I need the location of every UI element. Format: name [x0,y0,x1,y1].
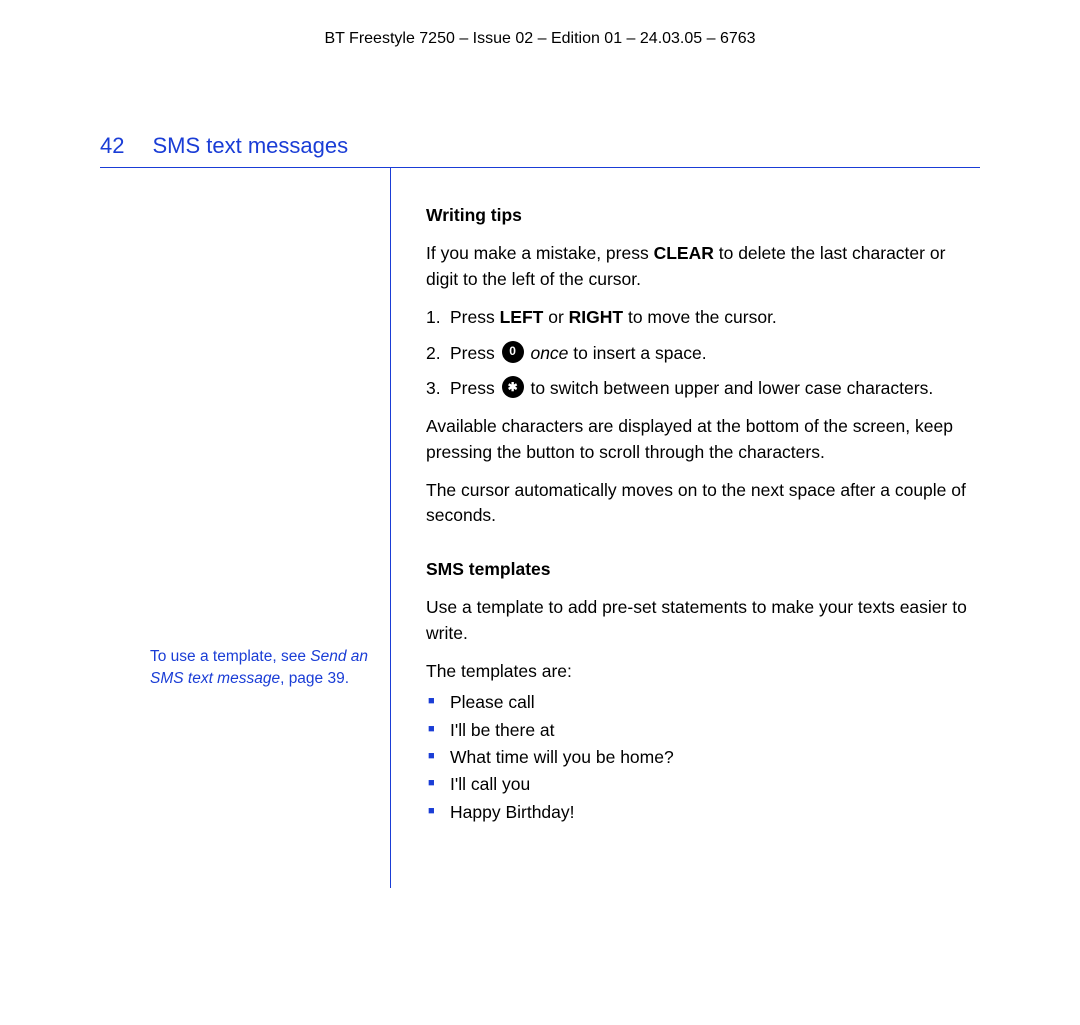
star-key-icon: ✱ [502,376,524,398]
cursor-move-note: The cursor automatically moves on to the… [426,478,970,529]
templates-list-intro: The templates are: [426,659,970,684]
available-characters-note: Available characters are displayed at th… [426,414,970,465]
template-item: I'll call you [426,772,970,797]
template-item: What time will you be home? [426,745,970,770]
step-2: Press 0 once to insert a space. [426,341,970,366]
step1-pre: Press [450,307,500,327]
sidebar-note-suffix: , page 39. [280,670,349,687]
step2-post: to insert a space. [568,343,706,363]
step-1: Press LEFT or RIGHT to move the cursor. [426,305,970,330]
step2-italic: once [526,343,569,363]
page-title: SMS text messages [152,133,348,159]
step3-pre: Press [450,378,500,398]
content-wrapper: To use a template, see Send an SMS text … [100,168,980,888]
document-page: BT Freestyle 7250 – Issue 02 – Edition 0… [0,0,1080,928]
sidebar-note-prefix: To use a template, see [150,648,310,665]
intro-pre: If you make a mistake, press [426,243,654,263]
page-number: 42 [100,133,124,159]
document-header-line: BT Freestyle 7250 – Issue 02 – Edition 0… [100,30,980,48]
sms-templates-intro: Use a template to add pre-set statements… [426,595,970,646]
template-item: Please call [426,690,970,715]
writing-tips-heading: Writing tips [426,203,970,228]
sms-templates-heading: SMS templates [426,557,970,582]
step-3: Press ✱ to switch between upper and lowe… [426,376,970,401]
zero-key-icon: 0 [502,341,524,363]
templates-list: Please call I'll be there at What time w… [426,690,970,825]
left-key-label: LEFT [500,307,544,327]
sidebar: To use a template, see Send an SMS text … [100,168,390,888]
right-key-label: RIGHT [569,307,623,327]
clear-key-label: CLEAR [654,243,714,263]
step1-mid: or [543,307,568,327]
writing-tips-intro: If you make a mistake, press CLEAR to de… [426,241,970,292]
step2-pre: Press [450,343,500,363]
step3-post: to switch between upper and lower case c… [526,378,934,398]
step1-post: to move the cursor. [623,307,777,327]
template-item: Happy Birthday! [426,800,970,825]
main-content: Writing tips If you make a mistake, pres… [391,168,980,888]
writing-tips-steps: Press LEFT or RIGHT to move the cursor. … [426,305,970,401]
template-item: I'll be there at [426,718,970,743]
page-header: 42 SMS text messages [100,133,980,159]
sidebar-note: To use a template, see Send an SMS text … [150,646,370,689]
